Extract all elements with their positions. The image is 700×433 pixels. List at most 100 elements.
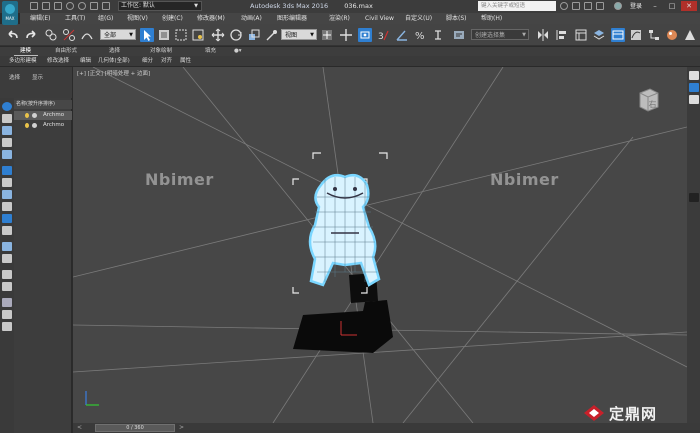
select-and-place-icon[interactable] — [264, 28, 278, 42]
app-logo[interactable]: MAX — [2, 1, 18, 25]
bind-space-warp-icon[interactable] — [80, 28, 94, 42]
menu-rendering[interactable]: 渲染(R) — [329, 13, 350, 24]
light-bulb-icon[interactable] — [25, 123, 29, 128]
user-icon[interactable] — [614, 2, 622, 10]
display-shapes-icon[interactable] — [2, 126, 12, 135]
select-and-rotate-icon[interactable] — [229, 28, 243, 42]
tab-freeform[interactable]: 自由形式 — [55, 47, 77, 56]
open-file-icon[interactable] — [42, 2, 50, 10]
login-button[interactable]: 登录 — [630, 1, 642, 12]
menu-graph-editors[interactable]: 图形编辑器 — [277, 13, 307, 24]
tab-populate[interactable]: 填充 — [205, 47, 216, 56]
menu-civil-view[interactable]: Civil View — [365, 13, 394, 24]
select-and-scale-icon[interactable] — [247, 28, 261, 42]
menu-customize[interactable]: 自定义(U) — [405, 13, 432, 24]
display-helpers-icon[interactable] — [2, 166, 12, 175]
edit-named-selection-icon[interactable] — [452, 28, 466, 42]
select-and-link-icon[interactable] — [44, 28, 58, 42]
reference-coordinate-select[interactable]: 视图 ▼ — [281, 29, 317, 40]
create-panel-icon[interactable] — [689, 71, 699, 80]
toggle-layer-explorer-icon[interactable] — [592, 28, 606, 42]
quick-access-dropdown-icon[interactable] — [102, 2, 110, 10]
ribbon-subdivision[interactable]: 细分 — [142, 56, 153, 67]
redo-icon[interactable] — [24, 28, 38, 42]
ribbon-geometry-all[interactable]: 几何体(全部) — [98, 56, 130, 67]
explorer-tab-display[interactable]: 显示 — [32, 73, 43, 81]
minimize-button[interactable]: – — [647, 1, 663, 11]
favorites-icon[interactable] — [596, 2, 604, 10]
display-none-icon[interactable] — [2, 102, 12, 111]
display-groups-icon[interactable] — [2, 190, 12, 199]
list-item[interactable]: Archmo — [14, 121, 72, 130]
toggle-scene-explorer-icon[interactable] — [574, 28, 588, 42]
ribbon-edit[interactable]: 编辑 — [80, 56, 91, 67]
panel-scroll-icon[interactable] — [689, 193, 699, 202]
named-selection-sets-select[interactable]: 创建选择集 ▼ — [471, 29, 529, 40]
select-and-move-icon[interactable] — [211, 28, 225, 42]
previous-frame-button[interactable]: < — [77, 423, 82, 433]
mirror-icon[interactable] — [536, 28, 550, 42]
select-object-icon[interactable] — [140, 28, 154, 42]
display-cameras-icon[interactable] — [2, 150, 12, 159]
search-input[interactable]: 键入关键字或短语 — [478, 1, 556, 11]
undo-icon[interactable] — [66, 2, 74, 10]
find-icon[interactable] — [2, 310, 12, 319]
undo-icon[interactable] — [6, 28, 20, 42]
menu-help[interactable]: 帮助(H) — [481, 13, 502, 24]
light-bulb-icon[interactable] — [25, 113, 29, 118]
time-slider[interactable]: 0 / 360 — [95, 424, 175, 432]
ribbon-properties[interactable]: 属性 — [180, 56, 191, 67]
display-all-icon[interactable] — [2, 270, 12, 279]
explorer-tab-select[interactable]: 选择 — [9, 73, 20, 81]
communication-center-icon[interactable] — [584, 2, 592, 10]
schematic-view-icon[interactable] — [647, 28, 661, 42]
menu-create[interactable]: 创建(C) — [162, 13, 183, 24]
selection-filter-select[interactable]: 全部 ▼ — [100, 29, 136, 40]
angle-snap-icon[interactable] — [395, 28, 409, 42]
ribbon-polygon-modeling[interactable]: 多边形建模 — [9, 56, 37, 67]
window-crossing-icon[interactable] — [191, 28, 205, 42]
new-file-icon[interactable] — [30, 2, 38, 10]
maximize-button[interactable]: □ — [664, 1, 680, 11]
curve-editor-icon[interactable] — [629, 28, 643, 42]
viewcube[interactable]: 右 — [638, 87, 660, 113]
project-folder-icon[interactable] — [90, 2, 98, 10]
tab-selection[interactable]: 选择 — [109, 47, 120, 56]
spinner-snap-icon[interactable] — [431, 28, 445, 42]
subscription-icon[interactable] — [572, 2, 580, 10]
sort-icon[interactable] — [2, 322, 12, 331]
hierarchy-panel-icon[interactable] — [689, 95, 699, 104]
display-hidden-icon[interactable] — [2, 254, 12, 263]
workspace-select[interactable]: 工作区: 默认 ▼ — [118, 1, 202, 11]
redo-icon[interactable] — [78, 2, 86, 10]
menu-edit[interactable]: 编辑(E) — [30, 13, 50, 24]
ribbon-modify-selection[interactable]: 修改选择 — [47, 56, 69, 67]
menu-scripting[interactable]: 脚本(S) — [446, 13, 467, 24]
save-file-icon[interactable] — [54, 2, 62, 10]
toggle-ribbon-icon[interactable] — [611, 28, 625, 42]
rectangular-selection-icon[interactable] — [174, 28, 188, 42]
menu-modifiers[interactable]: 修改器(M) — [197, 13, 225, 24]
menu-views[interactable]: 视图(V) — [127, 13, 148, 24]
keyboard-shortcut-override-icon[interactable] — [358, 28, 372, 42]
display-xrefs-icon[interactable] — [2, 202, 12, 211]
viewport-label[interactable]: [+] [正交] [明暗处理 + 边面] — [77, 69, 150, 77]
display-invert-icon[interactable] — [2, 282, 12, 291]
visibility-icon[interactable] — [32, 123, 37, 128]
select-by-name-icon[interactable] — [157, 28, 171, 42]
next-frame-button[interactable]: > — [179, 423, 184, 433]
menu-tools[interactable]: 工具(T) — [65, 13, 85, 24]
menu-animation[interactable]: 动画(A) — [241, 13, 262, 24]
menu-group[interactable]: 组(G) — [98, 13, 113, 24]
display-geometry-icon[interactable] — [2, 114, 12, 123]
select-and-manipulate-icon[interactable] — [339, 28, 353, 42]
tab-object-paint[interactable]: 对象绘制 — [150, 47, 172, 56]
search-icon[interactable] — [560, 2, 568, 10]
display-frozen-icon[interactable] — [2, 242, 12, 251]
display-spacewarps-icon[interactable] — [2, 178, 12, 187]
close-button[interactable]: ✕ — [681, 1, 697, 11]
visibility-icon[interactable] — [32, 113, 37, 118]
material-editor-icon[interactable] — [665, 28, 679, 42]
name-column-header[interactable]: 名称(按升序排序) — [14, 100, 72, 109]
list-item[interactable]: Archmo — [14, 111, 72, 120]
